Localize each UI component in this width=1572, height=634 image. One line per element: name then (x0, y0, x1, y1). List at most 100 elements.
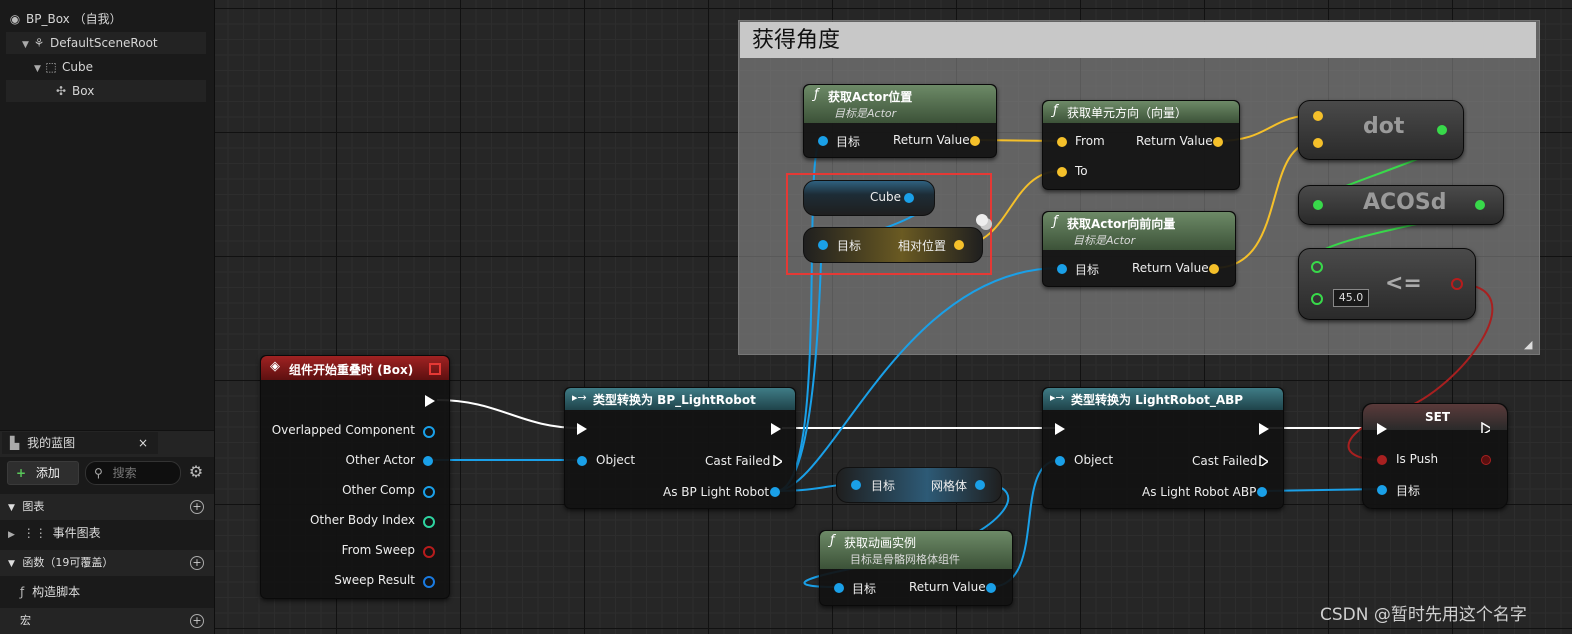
output-pin-return-value[interactable] (1209, 264, 1219, 274)
pin-label: Other Comp (342, 483, 415, 497)
pin-label: 目标 (1075, 263, 1100, 277)
input-pin-a[interactable] (1313, 111, 1323, 121)
pin-label: Is Push (1396, 452, 1439, 466)
pin-label: To (1075, 164, 1088, 178)
input-pin-from[interactable] (1057, 137, 1067, 147)
delegate-pin-icon[interactable] (429, 363, 441, 375)
pin-label: Other Actor (345, 453, 415, 467)
pin-label: 目标 (852, 582, 877, 596)
pin-label: Return Value (1132, 261, 1209, 275)
output-pin-other-body-index[interactable] (423, 516, 435, 528)
input-pin-object[interactable] (1055, 456, 1065, 466)
function-icon: ƒ (1053, 103, 1058, 118)
node-get-anim-instance[interactable]: ƒ 获取动画实例 目标是骨骼网格体组件 目标 Return Value (819, 530, 1013, 606)
output-exec-pin[interactable] (771, 423, 781, 435)
node-header: ƒ 获取Actor向前向量 目标是Actor (1043, 212, 1235, 250)
pin-label: Object (1074, 453, 1114, 467)
output-exec-pin[interactable] (1481, 422, 1490, 433)
output-pin-as-bp-light-robot[interactable] (770, 487, 780, 497)
output-pin-mesh[interactable] (975, 480, 985, 490)
node-acosd[interactable]: ACOSd (1298, 185, 1504, 225)
input-pin-target[interactable] (834, 583, 844, 593)
operator-label: <= (1385, 271, 1422, 296)
pin-label: Cast Failed (705, 454, 771, 468)
pin-label: As BP Light Robot (663, 485, 770, 499)
output-exec-pin-cast-failed[interactable] (1259, 455, 1268, 466)
output-pin-return-value[interactable] (986, 583, 996, 593)
node-set-is-push[interactable]: SET Is Push 目标 (1362, 403, 1508, 509)
input-pin-target[interactable] (818, 136, 828, 146)
exec-wire (436, 399, 581, 429)
node-title: 类型转换为 BP_LightRobot (593, 393, 756, 407)
node-dot-product[interactable]: dot (1298, 100, 1464, 160)
output-exec-pin[interactable] (1259, 423, 1269, 435)
output-pin-from-sweep[interactable] (423, 546, 435, 558)
pin-label: 网格体 (931, 479, 968, 493)
input-pin-target[interactable] (1057, 264, 1067, 274)
node-title: 获取动画实例 (844, 536, 917, 550)
output-pin-is-push[interactable] (1481, 455, 1491, 465)
output-pin-overlapped-component[interactable] (423, 426, 435, 438)
node-title: SET (1425, 410, 1451, 424)
input-pin-to[interactable] (1057, 167, 1067, 177)
pin-label: Return Value (909, 580, 986, 594)
node-title: 获取Actor向前向量 (1067, 217, 1176, 231)
node-title: 获取单元方向（向量） (1067, 106, 1188, 120)
pin-label: 目标 (836, 135, 861, 149)
node-title: 组件开始重叠时 (Box) (289, 363, 414, 377)
output-pin-return-value[interactable] (970, 136, 980, 146)
node-get-actor-forward-vector[interactable]: ƒ 获取Actor向前向量 目标是Actor 目标 Return Value (1042, 211, 1236, 287)
input-pin-a[interactable] (1313, 200, 1323, 210)
output-pin-other-comp[interactable] (423, 486, 435, 498)
output-pin-result[interactable] (1437, 125, 1447, 135)
node-cast-to-bp-lightrobot[interactable]: ▸→ 类型转换为 BP_LightRobot Object Cast Faile… (564, 387, 796, 509)
node-header: ◈ 组件开始重叠时 (Box) (261, 356, 449, 380)
output-pin-result[interactable] (1475, 200, 1485, 210)
function-icon: ƒ (1053, 214, 1058, 229)
node-get-unit-direction[interactable]: ƒ 获取单元方向（向量） From Return Value To (1042, 100, 1240, 190)
node-header: ƒ 获取Actor位置 目标是Actor (804, 85, 996, 123)
output-pin-sweep-result[interactable] (423, 576, 435, 588)
node-cast-to-lightrobot-abp[interactable]: ▸→ 类型转换为 LightRobot_ABP Object Cast Fail… (1042, 387, 1284, 509)
input-exec-pin[interactable] (1055, 423, 1065, 435)
node-get-actor-location[interactable]: ƒ 获取Actor位置 目标是Actor 目标 Return Value (803, 84, 997, 158)
output-pin-return-value[interactable] (1213, 137, 1223, 147)
output-pin-result[interactable] (1451, 278, 1463, 290)
pin-label: Other Body Index (309, 513, 415, 527)
input-pin-target[interactable] (851, 480, 861, 490)
node-header: ▸→ 类型转换为 BP_LightRobot (565, 388, 795, 410)
output-exec-pin[interactable] (425, 395, 435, 407)
node-header: ƒ 获取单元方向（向量） (1043, 101, 1239, 123)
operator-label: dot (1363, 114, 1405, 139)
input-pin-object[interactable] (577, 456, 587, 466)
pin-label: Return Value (1136, 134, 1213, 148)
cast-icon: ▸→ (1050, 391, 1065, 404)
input-pin-a[interactable] (1311, 261, 1323, 273)
node-get-mesh[interactable]: 目标 网格体 (836, 467, 1002, 503)
input-pin-is-push[interactable] (1377, 455, 1387, 465)
event-icon: ◈ (270, 359, 280, 374)
pin-label: Object (596, 453, 636, 467)
pin-label: Overlapped Component (271, 423, 415, 437)
input-pin-target[interactable] (1377, 485, 1387, 495)
input-pin-b[interactable] (1313, 138, 1323, 148)
output-pin-other-actor[interactable] (423, 456, 433, 466)
output-pin-as-light-robot-abp[interactable] (1257, 487, 1267, 497)
watermark: CSDN @暂时先用这个名字 (1320, 605, 1527, 625)
pin-label: Return Value (893, 133, 970, 147)
node-component-begin-overlap[interactable]: ◈ 组件开始重叠时 (Box) Overlapped Component Oth… (260, 355, 450, 599)
node-less-equal[interactable]: 45.0 <= (1298, 248, 1476, 320)
node-title: 类型转换为 LightRobot_ABP (1071, 393, 1244, 407)
input-pin-b[interactable] (1311, 293, 1323, 305)
pin-label: Sweep Result (334, 573, 415, 587)
input-exec-pin[interactable] (577, 423, 587, 435)
input-exec-pin[interactable] (1377, 423, 1387, 435)
pin-label: From Sweep (341, 543, 415, 557)
node-subtitle: 目标是Actor (1073, 234, 1136, 247)
selection-highlight-box (786, 173, 992, 275)
reroute-icon[interactable] (976, 214, 988, 226)
output-exec-pin-cast-failed[interactable] (773, 455, 782, 466)
node-subtitle: 目标是Actor (834, 107, 897, 120)
node-header: ƒ 获取动画实例 目标是骨骼网格体组件 (820, 531, 1012, 569)
value-field[interactable]: 45.0 (1333, 289, 1369, 307)
